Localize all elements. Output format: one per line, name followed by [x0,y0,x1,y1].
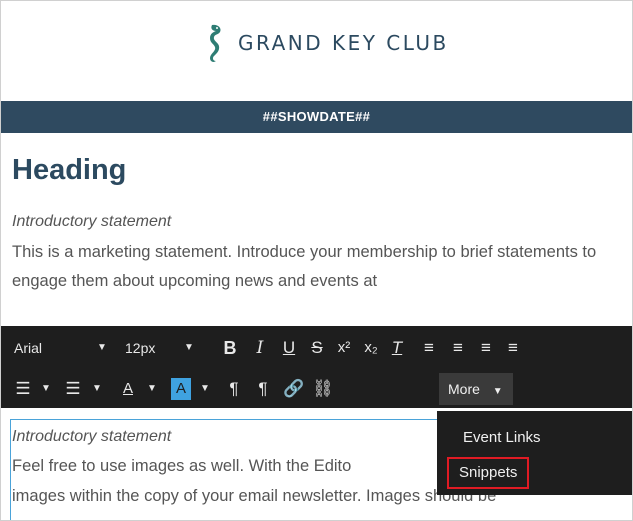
link-icon[interactable]: 🔗 [283,371,304,407]
chevron-down-icon[interactable]: ▼ [41,371,51,407]
intro-statement: Introductory statement [12,213,172,230]
chevron-down-icon[interactable]: ▼ [200,371,210,407]
strikethrough-icon[interactable]: S [308,330,326,366]
font-family-value: Arial [14,340,43,356]
unlink-icon[interactable]: ⛓ [312,371,334,407]
ltr-icon[interactable]: ¶ [224,371,244,407]
email-preview: GRAND KEY CLUB ##SHOWDATE## Heading Intr… [0,0,633,521]
align-center-icon[interactable]: ≡ [448,330,468,366]
toolbar-row-2: ☰ ▼ ☰ ▼ A ▼ A ▼ ¶ ¶ 🔗 ⛓ More ▼ [1,371,632,411]
font-size-value: 12px [125,340,156,356]
align-right-icon[interactable]: ≡ [476,330,496,366]
subscript-icon[interactable]: x₂ [361,330,381,366]
align-justify-icon[interactable]: ≡ [503,330,523,366]
chevron-down-icon[interactable]: ▼ [97,330,107,366]
clear-format-icon[interactable]: T [387,330,407,366]
unordered-list-icon[interactable]: ☰ [63,371,83,407]
logo-text: GRAND KEY CLUB [238,31,449,55]
toolbar-row-1: Arial ▼ 12px ▼ B I U S x² x₂ T ≡ ≡ ≡ ≡ [1,330,632,370]
superscript-icon[interactable]: x² [334,330,354,366]
editor-toolbar: Arial ▼ 12px ▼ B I U S x² x₂ T ≡ ≡ ≡ ≡ ☰… [1,326,632,411]
font-family-select[interactable]: Arial [14,330,42,366]
page-heading: Heading [12,154,127,186]
align-left-icon[interactable]: ≡ [419,330,439,366]
show-date-bar: ##SHOWDATE## [1,101,632,133]
background-color-icon[interactable]: A [171,378,191,400]
logo-header: GRAND KEY CLUB [1,1,632,101]
marketing-paragraph: This is a marketing statement. Introduce… [12,243,597,290]
editor-intro-statement[interactable]: Introductory statement [12,428,171,446]
chevron-down-icon[interactable]: ▼ [147,371,157,407]
ordered-list-icon[interactable]: ☰ [13,371,33,407]
menu-item-snippets[interactable]: Snippets [447,457,530,489]
chevron-down-icon[interactable]: ▼ [184,330,194,366]
underline-icon[interactable]: U [280,330,298,366]
bold-icon[interactable]: B [221,330,239,366]
text-color-icon[interactable]: A [118,371,138,407]
more-dropdown-menu: Event Links Snippets [437,411,632,495]
menu-item-event-links[interactable]: Event Links [463,424,541,452]
more-label: More [448,381,480,397]
chevron-down-icon[interactable]: ▼ [92,371,102,407]
font-size-select[interactable]: 12px [125,330,155,366]
italic-icon[interactable]: I [251,330,269,366]
rtl-icon[interactable]: ¶ [253,371,273,407]
seahorse-icon [210,24,221,62]
more-button[interactable]: More ▼ [439,373,513,405]
chevron-down-icon: ▼ [492,386,503,397]
